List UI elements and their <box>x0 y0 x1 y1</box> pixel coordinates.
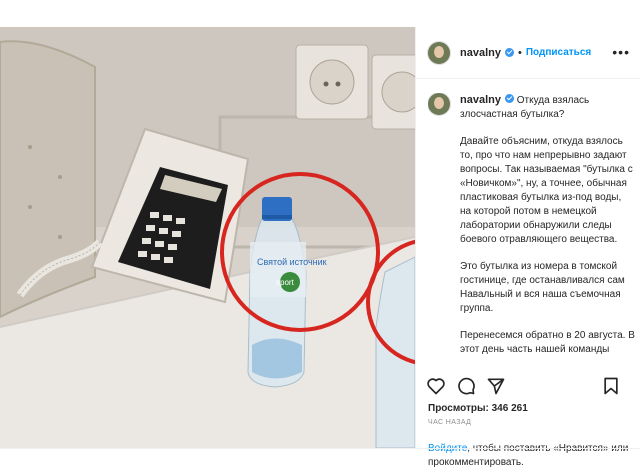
hotel-room-scene: Святой источник sport <box>0 27 415 448</box>
caption-paragraph: Давайте объясним, откуда взялось то, про… <box>460 136 633 245</box>
views-count[interactable]: Просмотры: 346 261 <box>428 403 528 414</box>
avatar[interactable] <box>428 41 450 64</box>
post-video-frame[interactable]: Святой источник sport <box>0 27 415 448</box>
bottle-label-text-2: sport <box>276 278 295 287</box>
login-prompt: Войдите, чтобы поставить «Нравится» или … <box>428 442 633 470</box>
caption-paragraph: Это бутылка из номера в томской гостиниц… <box>460 261 625 314</box>
caption-username[interactable]: navalny <box>460 94 501 106</box>
caption-avatar[interactable] <box>428 93 450 115</box>
post-sidebar: navalny • Подписаться ••• navalny Откуда… <box>415 27 640 468</box>
username[interactable]: navalny <box>460 47 501 59</box>
views-value: 346 261 <box>491 403 528 414</box>
post-caption: navalny Откуда взялась злосчастная бутыл… <box>428 93 635 367</box>
verified-badge-icon <box>504 94 514 103</box>
bottle-label-text: Святой источник <box>257 257 327 267</box>
comment-icon[interactable] <box>456 376 476 396</box>
heart-icon[interactable] <box>426 376 446 396</box>
caption-paragraph: Перенесемся обратно в 20 августа. В этот… <box>460 330 635 355</box>
verified-badge-icon <box>504 48 514 57</box>
post-header: navalny • Подписаться ••• <box>416 27 640 79</box>
separator-dot: • <box>517 46 522 59</box>
instagram-post: Святой источник sport navalny • Подписат… <box>0 27 640 468</box>
divider <box>0 448 640 449</box>
share-icon[interactable] <box>486 376 506 396</box>
bookmark-icon[interactable] <box>601 376 621 396</box>
more-options-icon[interactable]: ••• <box>612 44 630 60</box>
views-label: Просмотры: <box>428 403 489 414</box>
caption-first-line: navalny Откуда взялась злосчастная бутыл… <box>460 93 635 122</box>
follow-button[interactable]: Подписаться <box>526 47 591 58</box>
post-actions <box>426 376 631 396</box>
caption-header: navalny Откуда взялась злосчастная бутыл… <box>428 93 635 122</box>
post-timestamp[interactable]: ЧАС НАЗАД <box>428 419 471 426</box>
